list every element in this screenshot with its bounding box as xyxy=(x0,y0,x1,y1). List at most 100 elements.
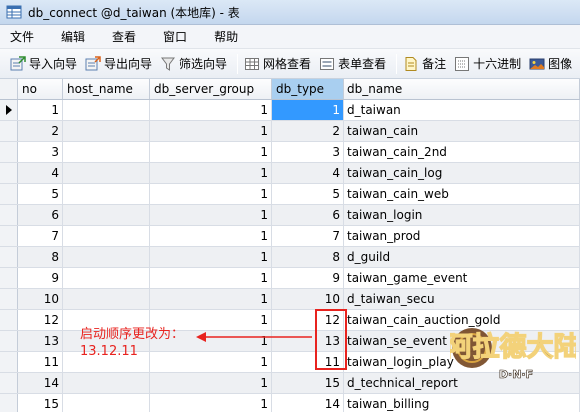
grid-view-button[interactable]: 网格查看 xyxy=(242,53,315,75)
cell-db-server-group[interactable]: 1 xyxy=(150,394,272,412)
cell-db-server-group[interactable]: 1 xyxy=(150,373,272,393)
cell-no[interactable]: 5 xyxy=(18,184,63,204)
cell-host-name[interactable] xyxy=(63,100,150,120)
cell-db-name[interactable]: taiwan_billing xyxy=(344,394,580,412)
column-header-db-server-group[interactable]: db_server_group xyxy=(150,79,272,99)
cell-db-server-group[interactable]: 1 xyxy=(150,247,272,267)
cell-db-name[interactable]: taiwan_login xyxy=(344,205,580,225)
cell-db-type[interactable]: 8 xyxy=(272,247,344,267)
cell-db-server-group[interactable]: 1 xyxy=(150,142,272,162)
row-indicator[interactable] xyxy=(0,394,18,412)
column-header-host-name[interactable]: host_name xyxy=(63,79,150,99)
row-indicator[interactable] xyxy=(0,352,18,372)
table-row[interactable]: 7 1 7 taiwan_prod xyxy=(0,226,580,247)
cell-no[interactable]: 14 xyxy=(18,373,63,393)
row-indicator[interactable] xyxy=(0,184,18,204)
table-row[interactable]: 9 1 9 taiwan_game_event xyxy=(0,268,580,289)
cell-db-server-group[interactable]: 1 xyxy=(150,226,272,246)
image-button[interactable]: 图像 xyxy=(527,53,576,75)
cell-db-type[interactable]: 7 xyxy=(272,226,344,246)
cell-db-type[interactable]: 6 xyxy=(272,205,344,225)
table-row[interactable]: 2 1 2 taiwan_cain xyxy=(0,121,580,142)
cell-host-name[interactable] xyxy=(63,121,150,141)
table-row[interactable]: 8 1 8 d_guild xyxy=(0,247,580,268)
row-indicator[interactable] xyxy=(0,205,18,225)
import-wizard-button[interactable]: 导入向导 xyxy=(8,53,81,75)
column-header-db-name[interactable]: db_name xyxy=(344,79,580,99)
cell-no[interactable]: 13 xyxy=(18,331,63,351)
cell-db-server-group[interactable]: 1 xyxy=(150,268,272,288)
row-indicator[interactable] xyxy=(0,331,18,351)
cell-host-name[interactable] xyxy=(63,184,150,204)
cell-db-type[interactable]: 15 xyxy=(272,373,344,393)
cell-no[interactable]: 11 xyxy=(18,352,63,372)
cell-no[interactable]: 4 xyxy=(18,163,63,183)
cell-db-name[interactable]: taiwan_cain xyxy=(344,121,580,141)
cell-db-type[interactable]: 9 xyxy=(272,268,344,288)
cell-no[interactable]: 7 xyxy=(18,226,63,246)
cell-db-name[interactable]: taiwan_prod xyxy=(344,226,580,246)
row-indicator[interactable] xyxy=(0,163,18,183)
cell-host-name[interactable] xyxy=(63,163,150,183)
row-indicator[interactable] xyxy=(0,310,18,330)
cell-host-name[interactable] xyxy=(63,205,150,225)
cell-db-type[interactable]: 4 xyxy=(272,163,344,183)
cell-host-name[interactable] xyxy=(63,373,150,393)
row-indicator[interactable] xyxy=(0,100,18,120)
cell-db-server-group[interactable]: 1 xyxy=(150,100,272,120)
cell-db-name[interactable]: taiwan_game_event xyxy=(344,268,580,288)
cell-db-type[interactable]: 3 xyxy=(272,142,344,162)
cell-no[interactable]: 9 xyxy=(18,268,63,288)
menu-window[interactable]: 窗口 xyxy=(163,28,187,45)
cell-db-type[interactable]: 10 xyxy=(272,289,344,309)
menu-edit[interactable]: 编辑 xyxy=(61,28,85,45)
row-indicator[interactable] xyxy=(0,142,18,162)
menu-help[interactable]: 帮助 xyxy=(214,28,238,45)
row-indicator[interactable] xyxy=(0,226,18,246)
row-indicator[interactable] xyxy=(0,373,18,393)
table-row[interactable]: 5 1 5 taiwan_cain_web xyxy=(0,184,580,205)
cell-db-server-group[interactable]: 1 xyxy=(150,289,272,309)
cell-no[interactable]: 6 xyxy=(18,205,63,225)
cell-db-name[interactable]: d_guild xyxy=(344,247,580,267)
cell-db-server-group[interactable]: 1 xyxy=(150,205,272,225)
cell-db-type[interactable]: 14 xyxy=(272,394,344,412)
table-row[interactable]: 3 1 3 taiwan_cain_2nd xyxy=(0,142,580,163)
cell-host-name[interactable] xyxy=(63,289,150,309)
cell-no[interactable]: 1 xyxy=(18,100,63,120)
cell-db-name[interactable]: taiwan_cain_web xyxy=(344,184,580,204)
row-indicator[interactable] xyxy=(0,247,18,267)
menu-view[interactable]: 查看 xyxy=(112,28,136,45)
export-wizard-button[interactable]: 导出向导 xyxy=(83,53,156,75)
cell-no[interactable]: 3 xyxy=(18,142,63,162)
filter-wizard-button[interactable]: 筛选向导 xyxy=(158,53,231,75)
cell-db-type[interactable]: 5 xyxy=(272,184,344,204)
cell-db-server-group[interactable]: 1 xyxy=(150,184,272,204)
menu-file[interactable]: 文件 xyxy=(10,28,34,45)
cell-db-server-group[interactable]: 1 xyxy=(150,121,272,141)
row-indicator[interactable] xyxy=(0,289,18,309)
cell-host-name[interactable] xyxy=(63,142,150,162)
table-row[interactable]: 1 1 1 d_taiwan xyxy=(0,100,580,121)
cell-host-name[interactable] xyxy=(63,268,150,288)
table-row[interactable]: 15 1 14 taiwan_billing xyxy=(0,394,580,412)
cell-no[interactable]: 10 xyxy=(18,289,63,309)
table-row[interactable]: 6 1 6 taiwan_login xyxy=(0,205,580,226)
table-row[interactable]: 4 1 4 taiwan_cain_log xyxy=(0,163,580,184)
cell-db-name[interactable]: taiwan_cain_2nd xyxy=(344,142,580,162)
cell-db-name[interactable]: d_taiwan_secu xyxy=(344,289,580,309)
cell-host-name[interactable] xyxy=(63,394,150,412)
cell-no[interactable]: 12 xyxy=(18,310,63,330)
memo-button[interactable]: 备注 xyxy=(401,53,450,75)
hex-button[interactable]: 十六进制 xyxy=(452,53,525,75)
row-indicator[interactable] xyxy=(0,121,18,141)
cell-db-type[interactable]: 1 xyxy=(272,100,344,120)
cell-no[interactable]: 8 xyxy=(18,247,63,267)
table-row[interactable]: 10 1 10 d_taiwan_secu xyxy=(0,289,580,310)
form-view-button[interactable]: 表单查看 xyxy=(317,53,390,75)
cell-db-name[interactable]: d_taiwan xyxy=(344,100,580,120)
column-header-no[interactable]: no xyxy=(18,79,63,99)
cell-host-name[interactable] xyxy=(63,226,150,246)
cell-db-server-group[interactable]: 1 xyxy=(150,163,272,183)
column-header-db-type[interactable]: db_type xyxy=(272,79,344,99)
